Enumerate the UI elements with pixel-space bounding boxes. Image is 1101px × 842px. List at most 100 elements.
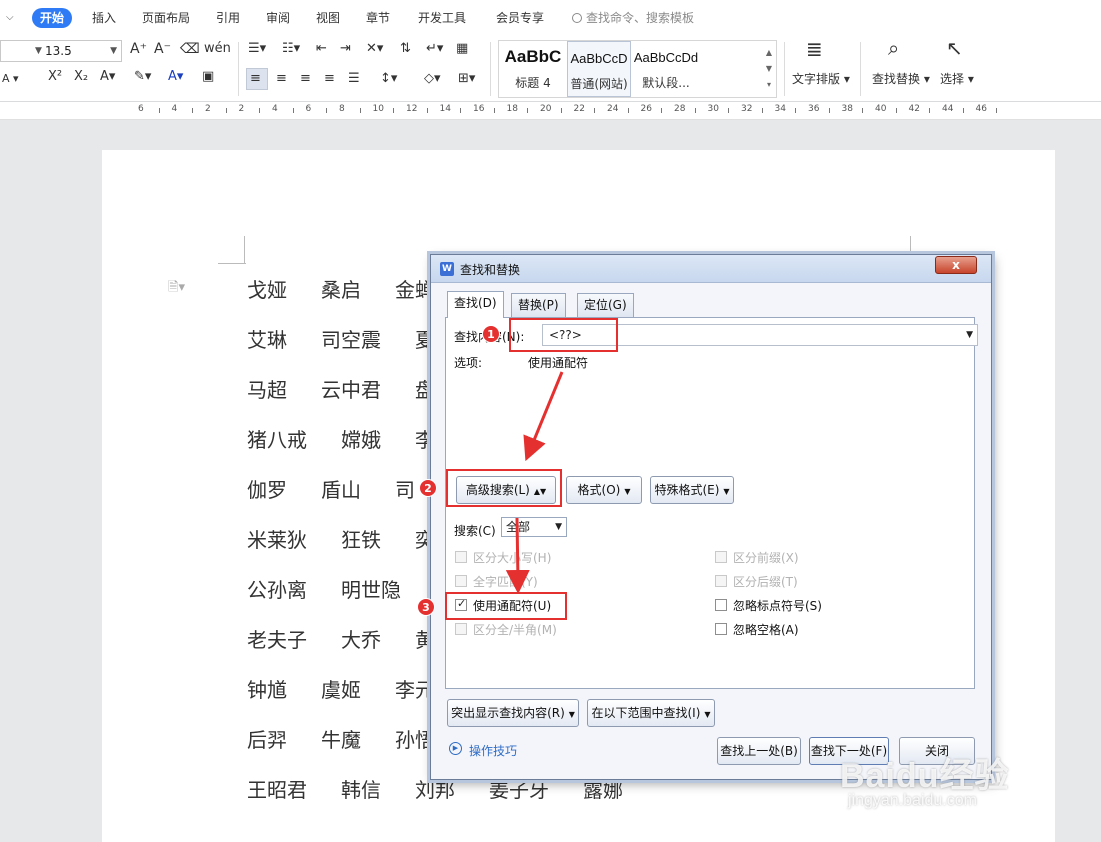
gallery-scroll[interactable]: ▲ ▼ ▾ [764,45,774,93]
chevron-down-icon: ▼ [723,487,730,496]
format-button[interactable]: 格式(O) ▼ [566,476,642,504]
shading-icon[interactable]: ◇▾ [424,70,441,88]
numbered-list-icon[interactable]: ☷▾ [282,40,300,58]
sort-icon[interactable]: ⇅ [400,40,411,58]
menu-tab-page-layout[interactable]: 页面布局 [142,8,190,28]
tab-replace[interactable]: 替换(P) [511,293,566,317]
show-marks-icon[interactable]: ↵▾ [426,40,443,58]
chevron-down-icon[interactable]: ⌵ [6,12,14,23]
marker-1: 1 [482,325,500,343]
chevron-down-icon: ▼ [568,710,575,719]
clear-format-icon[interactable]: ⌫ [180,40,200,58]
close-icon[interactable]: x [935,256,977,274]
special-format-label: 特殊格式(E) [654,483,720,497]
special-format-button[interactable]: 特殊格式(E) ▼ [650,476,734,504]
subscript-icon[interactable]: X₂ [74,68,88,86]
annotation-box-wildcard [445,592,567,620]
command-search[interactable]: 查找命令、搜索模板 [572,8,694,28]
line-spacing-icon[interactable]: ↕▾ [380,70,397,88]
font-size-value: 13.5 [45,44,72,58]
ruler-tick [426,108,428,113]
style-default-paragraph[interactable]: AaBbCcDd 默认段... [633,41,763,97]
increase-indent-icon[interactable]: ⇥ [340,40,351,58]
superscript-icon[interactable]: X² [48,68,62,86]
chinese-layout-icon[interactable]: ✕▾ [366,40,383,58]
ruler-label: 16 [473,104,485,114]
style-label: 普通(网站) [570,77,628,91]
document-word: 孙悟 [395,728,435,752]
tab-find[interactable]: 查找(D) [447,291,504,318]
search-direction-select[interactable]: 全部 ▼ [501,517,567,537]
text-effect-icon[interactable]: A▾ [100,68,115,86]
justify-icon[interactable]: ≡ [324,70,335,88]
menu-tab-view[interactable]: 视图 [316,8,340,28]
ruler-label: 38 [841,104,853,114]
horizontal-ruler[interactable]: 6 4 2 2 4 6 8 10 12 14 16 18 20 22 24 26 28 30 32 34 36 38 40 4… [0,102,1101,120]
document-word: 盾山 [321,478,361,502]
highlight-results-button[interactable]: 突出显示查找内容(R) ▼ [447,699,579,727]
menu-tab-review[interactable]: 审阅 [266,8,290,28]
text-layout-button[interactable]: 文字排版 ▾ [792,70,850,88]
menu-tab-references[interactable]: 引用 [216,8,240,28]
phonetic-icon[interactable]: wén [204,40,231,58]
document-word: 虞姬 [321,678,361,702]
select-button[interactable]: 选择 ▾ [940,70,974,88]
style-normal-web[interactable]: AaBbCcD 普通(网站) [567,41,631,97]
ruler-tick [929,108,931,113]
ruler-tick [326,108,328,113]
find-in-scope-button[interactable]: 在以下范围中查找(I) ▼ [587,699,715,727]
format-label: 格式(O) [577,483,621,497]
grow-font-icon[interactable]: A⁺ [130,40,147,58]
ruler-tick [728,108,730,113]
table-icon[interactable]: ▦ [456,40,468,58]
style-heading4[interactable]: AaBbC 标题 4 [501,41,565,97]
font-color-dropdown-icon[interactable]: A ▾ [2,70,19,88]
search-icon [572,13,582,23]
baidu-watermark-url: jingyan.baidu.com [848,792,977,809]
bullet-list-icon[interactable]: ☰▾ [248,40,266,58]
ruler-tick [795,108,797,113]
menu-tab-home[interactable]: 开始 [32,8,73,28]
align-right-icon[interactable]: ≡ [300,70,311,88]
paragraph-icon[interactable]: 🗎▾ [168,278,185,300]
find-in-scope-label: 在以下范围中查找(I) [591,706,701,720]
ruler-tick [962,108,964,113]
options-label: 选项: [454,356,483,370]
dialog-titlebar[interactable]: W 查找和替换 x [431,255,991,283]
ruler-tick [493,108,495,113]
menu-tab-developer[interactable]: 开发工具 [418,8,466,28]
tab-goto[interactable]: 定位(G) [577,293,634,317]
ignore-punctuation-checkbox[interactable] [715,599,727,611]
menu-tab-member[interactable]: 会员专享 [496,8,544,28]
ruler-label: 28 [674,104,686,114]
marker-3: 3 [417,598,435,616]
match-width-checkbox [455,623,467,635]
find-previous-button[interactable]: 查找上一处(B) [717,737,801,765]
document-word: 钟馗 [247,678,287,702]
style-label: 默认段... [642,76,690,90]
shrink-font-icon[interactable]: A⁻ [154,40,171,58]
decrease-indent-icon[interactable]: ⇤ [316,40,327,58]
ribbon-separator [784,42,785,96]
char-border-icon[interactable]: ▣ [202,68,214,86]
menu-tab-insert[interactable]: 插入 [92,8,116,28]
ruler-tick [192,108,194,113]
annotation-box-find-input [509,318,618,352]
font-size-select[interactable]: ▼ 13.5 ▼ [0,40,122,62]
align-center-icon[interactable]: ≡ [276,70,287,88]
ignore-spaces-checkbox[interactable] [715,623,727,635]
ribbon-separator [490,42,491,96]
style-label: 标题 4 [515,76,551,90]
borders-icon[interactable]: ⊞▾ [458,70,475,88]
chevron-down-icon: ▼ [110,46,117,56]
document-word: 公孙离 [247,578,307,602]
chevron-down-icon[interactable]: ▼ [966,325,973,345]
font-color-icon[interactable]: A▾ [168,68,183,86]
play-icon: ▶ [449,742,462,755]
distributed-icon[interactable]: ☰ [348,70,360,88]
highlight-results-label: 突出显示查找内容(R) [451,706,565,720]
menu-tab-section[interactable]: 章节 [366,8,390,28]
tips-link[interactable]: 操作技巧 [469,742,517,759]
find-replace-button[interactable]: 查找替换 ▾ [872,70,930,88]
highlight-icon[interactable]: ✎▾ [134,68,151,86]
